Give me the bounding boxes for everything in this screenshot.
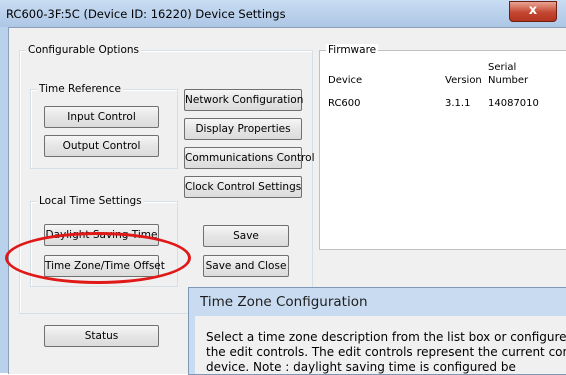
communications-control-button[interactable]: Communications Control [184,147,315,169]
status-button[interactable]: Status [44,325,159,347]
highlight-ellipse [5,232,191,284]
close-button[interactable]: x [509,1,557,22]
time-zone-dialog-instructions: Select a time zone description from the … [206,330,566,375]
title-bar[interactable]: RC600-3F:5C (Device ID: 16220) Device Se… [0,0,566,27]
firmware-header-version: Version [445,75,482,86]
time-zone-dialog-body: Select a time zone description from the … [195,316,566,374]
device-settings-window: RC600-3F:5C (Device ID: 16220) Device Se… [0,0,566,375]
save-button[interactable]: Save [203,225,289,247]
time-reference-group: Time Reference [30,83,178,169]
firmware-device-value: RC600 [328,98,361,109]
instruction-line-1: Select a time zone description from the … [206,330,566,344]
window-title: RC600-3F:5C (Device ID: 16220) Device Se… [6,7,286,21]
firmware-header-serial: Serial [488,62,517,73]
display-properties-button[interactable]: Display Properties [184,118,302,140]
firmware-version-value: 3.1.1 [445,98,471,109]
firmware-label: Firmware [326,44,379,56]
time-zone-configuration-dialog: Time Zone Configuration Select a time zo… [188,287,566,375]
firmware-panel: Firmware Device Version Serial Number RC… [319,44,566,250]
time-zone-dialog-title[interactable]: Time Zone Configuration [200,294,368,310]
time-reference-label: Time Reference [37,83,123,95]
firmware-serial-value: 14087010 [488,98,539,109]
save-and-close-button[interactable]: Save and Close [203,255,289,277]
instruction-line-2: the edit controls. The edit controls rep… [206,345,566,359]
network-configuration-button[interactable]: Network Configuration [184,89,303,111]
firmware-header-device: Device [328,75,363,86]
firmware-header-number: Number [488,75,529,86]
output-control-button[interactable]: Output Control [44,135,159,157]
clock-control-settings-button[interactable]: Clock Control Settings [184,176,302,198]
input-control-button[interactable]: Input Control [44,106,159,128]
close-icon: x [528,3,538,18]
configurable-options-label: Configurable Options [26,44,141,56]
local-time-settings-label: Local Time Settings [37,195,144,207]
